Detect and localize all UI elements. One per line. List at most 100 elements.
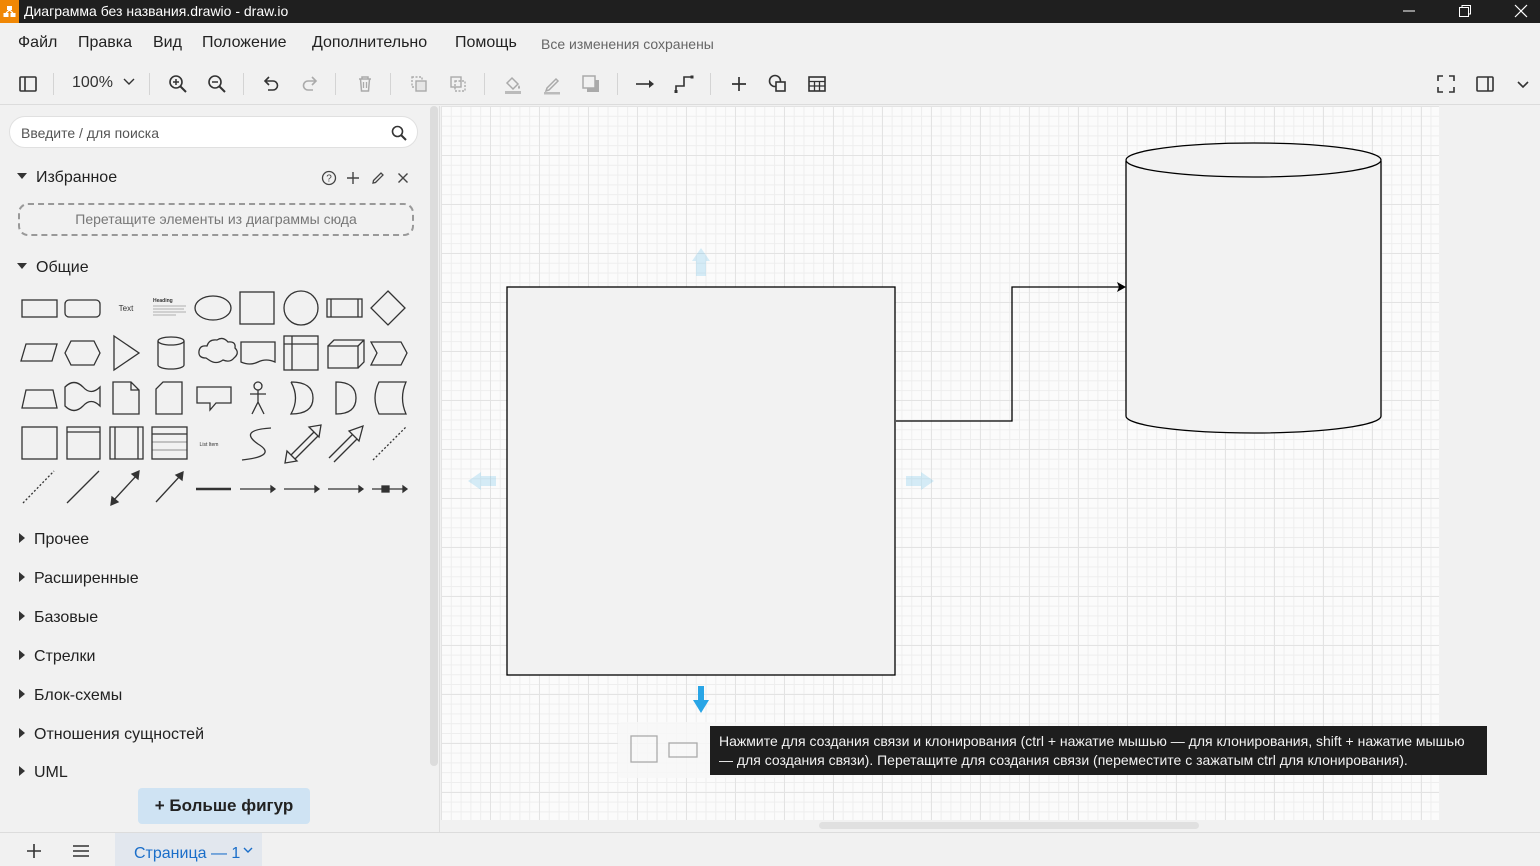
format-panel-button[interactable] (1472, 71, 1498, 97)
section-general[interactable]: Общие (17, 259, 89, 277)
section-advanced[interactable]: Расширенные (17, 570, 139, 588)
menu-view[interactable]: Вид (153, 34, 182, 52)
close-icon[interactable] (395, 170, 411, 191)
shape-swimlane[interactable] (109, 426, 144, 460)
connect-arrow-right-icon[interactable] (906, 472, 934, 490)
shape-card[interactable] (155, 381, 183, 415)
table-button[interactable] (804, 71, 830, 97)
page-tab[interactable]: Страница — 1 (115, 833, 262, 866)
shape-or[interactable] (289, 381, 314, 415)
insert-button[interactable] (726, 71, 752, 97)
section-flowchart[interactable]: Блок-схемы (17, 687, 122, 705)
minimize-button[interactable] (1386, 0, 1432, 23)
shape-cube[interactable] (327, 339, 365, 369)
more-shapes-button[interactable]: + Больше фигур (138, 788, 310, 824)
add-page-icon[interactable] (25, 842, 43, 860)
fill-color-button[interactable] (500, 71, 526, 97)
shape-dotted-line[interactable] (372, 426, 407, 461)
shape-line[interactable] (66, 470, 100, 504)
favorites-dropzone[interactable]: Перетащите элементы из диаграммы сюда (18, 203, 414, 236)
shape-internal-storage[interactable] (283, 335, 319, 371)
shape-rectangle[interactable] (21, 299, 58, 318)
shape-hexagon[interactable] (64, 340, 101, 366)
shape-directional-connector[interactable] (155, 470, 184, 503)
shape-bidirectional-connector[interactable] (110, 469, 140, 507)
to-front-button[interactable] (406, 71, 432, 97)
sidebar-scrollbar[interactable] (430, 106, 438, 766)
search-input[interactable] (21, 123, 381, 143)
shape-circle[interactable] (283, 290, 319, 326)
shape-document[interactable] (240, 341, 276, 365)
to-back-button[interactable] (445, 71, 471, 97)
waypoints-button[interactable] (671, 71, 697, 97)
shape-bidirectional-arrow[interactable] (284, 424, 322, 464)
shape-note[interactable] (112, 381, 140, 415)
shape-curve[interactable] (241, 427, 272, 461)
menu-extras[interactable]: Дополнительно (312, 34, 427, 52)
shape-triangle[interactable] (113, 334, 141, 372)
search-icon[interactable] (390, 124, 408, 142)
connect-arrow-up-icon[interactable] (692, 248, 710, 276)
add-icon[interactable] (345, 170, 361, 191)
shadow-button[interactable] (578, 71, 604, 97)
close-window-button[interactable] (1498, 0, 1540, 23)
zoom-out-button[interactable] (204, 71, 230, 97)
pages-menu-icon[interactable] (72, 843, 90, 859)
chevron-down-icon[interactable] (243, 847, 253, 855)
shape-ellipse[interactable] (194, 295, 232, 321)
shape-trapezoid[interactable] (21, 389, 58, 409)
sidebar-toggle-button[interactable] (15, 71, 41, 97)
shape-rounded-rectangle[interactable] (64, 299, 101, 318)
canvas-horizontal-scrollbar[interactable] (819, 822, 1199, 829)
section-arrows[interactable]: Стрелки (17, 648, 95, 666)
shape-data-storage[interactable] (374, 381, 407, 415)
shape-cloud[interactable] (198, 337, 238, 364)
shape-actor[interactable] (250, 381, 266, 415)
shape-labeled-connector-3[interactable] (328, 484, 365, 494)
shape-labeled-connector-2[interactable] (284, 484, 321, 494)
section-favorites[interactable]: Избранное (17, 169, 117, 187)
shape-list[interactable] (151, 426, 188, 460)
shape-labeled-connector[interactable] (240, 484, 277, 494)
fullscreen-button[interactable] (1433, 71, 1459, 97)
shape-delay[interactable] (335, 381, 357, 415)
section-uml[interactable]: UML (17, 764, 68, 782)
shape-text[interactable]: Text (119, 304, 134, 313)
connection-style-button[interactable] (632, 71, 658, 97)
line-color-button[interactable] (539, 71, 565, 97)
delete-button[interactable] (352, 71, 378, 97)
edit-icon[interactable] (370, 170, 386, 191)
shapes-button[interactable] (765, 71, 791, 97)
help-icon[interactable]: ? (321, 170, 337, 191)
collapse-toolbar-button[interactable] (1510, 71, 1536, 97)
shape-step[interactable] (369, 341, 408, 366)
section-basic[interactable]: Базовые (17, 609, 98, 627)
shape-parallelogram[interactable] (20, 343, 58, 362)
menu-help[interactable]: Помощь (455, 34, 517, 52)
undo-button[interactable] (258, 71, 284, 97)
menu-edit[interactable]: Правка (78, 34, 132, 52)
shape-list-item[interactable]: List Item (200, 442, 219, 448)
menu-arrange[interactable]: Положение (202, 34, 287, 52)
restore-button[interactable] (1442, 0, 1488, 23)
shape-container[interactable] (21, 426, 58, 460)
diagram-canvas[interactable] (441, 106, 1540, 832)
shape-container-title[interactable] (66, 426, 101, 460)
connector-edge[interactable] (896, 286, 1119, 422)
zoom-select[interactable]: 100% (72, 74, 135, 92)
shape-square[interactable] (239, 291, 275, 325)
connect-arrow-down-icon[interactable] (693, 686, 709, 713)
rectangle-shape[interactable] (506, 286, 896, 676)
connect-arrow-left-icon[interactable] (468, 472, 496, 490)
section-entity-relation[interactable]: Отношения сущностей (17, 726, 204, 744)
redo-button[interactable] (297, 71, 323, 97)
cylinder-shape[interactable] (1125, 142, 1382, 434)
menu-file[interactable]: Файл (18, 34, 57, 52)
shape-tape[interactable] (64, 381, 101, 412)
shape-callout[interactable] (196, 386, 232, 412)
shape-diamond[interactable] (370, 290, 406, 326)
shape-cylinder[interactable] (157, 336, 185, 370)
section-misc[interactable]: Прочее (17, 531, 89, 549)
shape-dashed-line[interactable] (22, 470, 55, 504)
zoom-in-button[interactable] (165, 71, 191, 97)
